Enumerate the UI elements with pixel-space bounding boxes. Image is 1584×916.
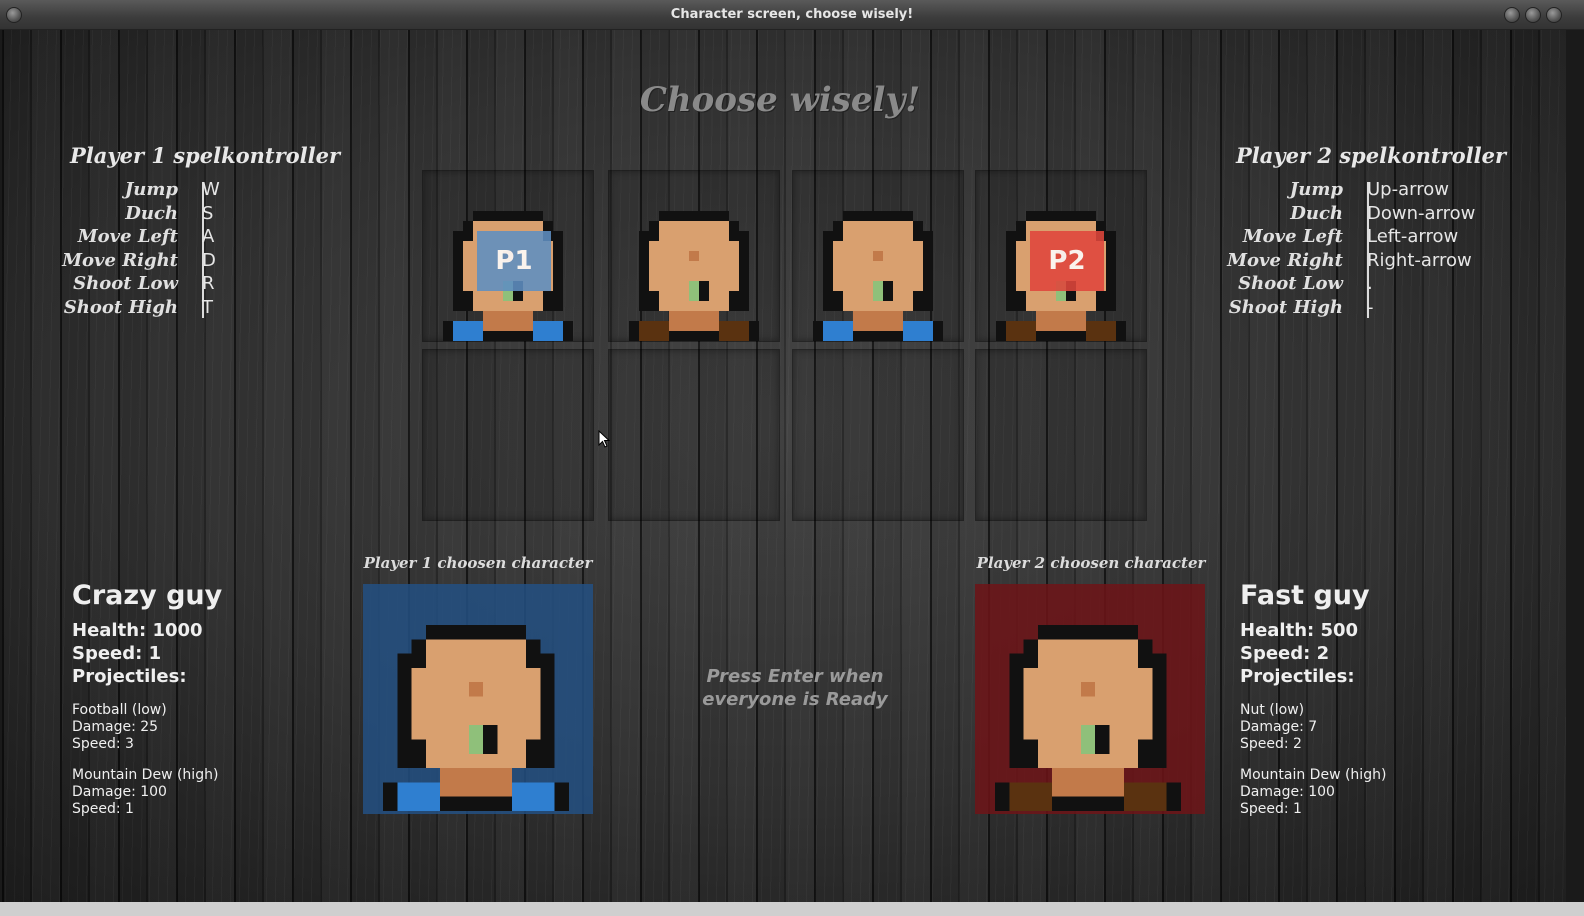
- projectile-high: Mountain Dew (high) Damage: 100 Speed: 1: [1240, 767, 1386, 818]
- character-sprite: [629, 211, 759, 341]
- projectile-name: Nut (low): [1240, 702, 1305, 718]
- page-title: Choose wisely!: [639, 80, 921, 120]
- projectile-high: Mountain Dew (high) Damage: 100 Speed: 1: [72, 767, 222, 818]
- projectile-damage: Damage: 100: [72, 784, 167, 800]
- control-row: Move Left A: [60, 225, 220, 249]
- control-row: Duch S: [60, 202, 220, 226]
- projectile-damage: Damage: 100: [1240, 784, 1335, 800]
- player2-controls-title: Player 2 spelkontroller: [1236, 143, 1507, 168]
- projectile-name: Mountain Dew (high): [1240, 767, 1387, 783]
- control-key: Up-arrow: [1367, 179, 1449, 201]
- projectile-name: Football (low): [72, 702, 167, 718]
- control-action: Shoot High: [1228, 296, 1343, 318]
- minimize-icon[interactable]: [1504, 7, 1520, 23]
- control-key: D: [202, 249, 216, 271]
- character-name: Crazy guy: [72, 580, 223, 611]
- control-action: Move Right: [1227, 249, 1343, 271]
- projectile-damage: Damage: 25: [72, 719, 159, 735]
- player1-chosen-label: Player 1 choosen character: [363, 554, 593, 572]
- player2-controls-table: Jump Up-arrow Duch Down-arrow Move Left Lef…: [1225, 178, 1475, 319]
- character-tile-2[interactable]: [608, 170, 780, 342]
- projectile-damage: Damage: 7: [1240, 719, 1318, 735]
- window-bottom-border: [0, 902, 1584, 916]
- character-tile-4[interactable]: P2: [975, 170, 1147, 342]
- control-key: A: [202, 226, 215, 248]
- control-row: Shoot High T: [60, 296, 220, 320]
- control-action: Shoot Low: [1238, 273, 1343, 295]
- control-key: -: [1367, 296, 1374, 318]
- control-action: Jump: [124, 179, 178, 201]
- control-row: Move Right D: [60, 249, 220, 273]
- control-action: Duch: [1290, 202, 1343, 224]
- control-action: Shoot High: [63, 296, 178, 318]
- character-speed: Speed: 2: [1240, 643, 1330, 664]
- projectile-name: Mountain Dew (high): [72, 767, 219, 783]
- character-tile-1[interactable]: P1: [422, 170, 594, 342]
- character-health: Health: 500: [1240, 620, 1359, 641]
- control-key: T: [202, 296, 213, 318]
- character-tile-empty[interactable]: [608, 349, 780, 521]
- control-key: S: [202, 202, 214, 224]
- control-row: Move Right Right-arrow: [1225, 249, 1475, 273]
- control-row: Shoot High -: [1225, 296, 1475, 320]
- character-sprite: [383, 625, 569, 811]
- character-name: Fast guy: [1240, 580, 1370, 611]
- control-key: Left-arrow: [1367, 226, 1459, 248]
- player1-selection-badge: P1: [477, 231, 551, 291]
- player1-stats: Crazy guy Health: 1000 Speed: 1 Projecti…: [72, 580, 222, 818]
- control-action: Move Right: [62, 249, 178, 271]
- character-tile-empty[interactable]: [792, 349, 964, 521]
- character-health: Health: 1000: [72, 620, 203, 641]
- control-action: Move Left: [1242, 226, 1343, 248]
- mouse-cursor-icon: [598, 430, 611, 448]
- player2-selection-badge: P2: [1030, 231, 1104, 291]
- character-tile-empty[interactable]: [975, 349, 1147, 521]
- projectile-speed: Speed: 3: [72, 736, 134, 752]
- control-row: Shoot Low R: [60, 272, 220, 296]
- projectile-speed: Speed: 2: [1240, 736, 1302, 752]
- player2-chosen-label: Player 2 choosen character: [976, 554, 1206, 572]
- control-row: Jump Up-arrow: [1225, 178, 1475, 202]
- player1-controls-table: Jump W Duch S Move Left A Move Right D Shoot…: [60, 178, 220, 319]
- player1-controls-title: Player 1 spelkontroller: [70, 143, 341, 168]
- control-key: Right-arrow: [1367, 249, 1472, 271]
- control-row: Move Left Left-arrow: [1225, 225, 1475, 249]
- character-tile-3[interactable]: [792, 170, 964, 342]
- window-titlebar: Character screen, choose wisely!: [0, 0, 1584, 30]
- control-key: Down-arrow: [1367, 202, 1476, 224]
- control-row: Jump W: [60, 178, 220, 202]
- character-sprite: [813, 211, 943, 341]
- player1-chosen-portrait: [363, 584, 593, 814]
- projectile-speed: Speed: 1: [72, 801, 134, 817]
- control-action: Shoot Low: [73, 273, 178, 295]
- control-key: .: [1367, 273, 1373, 295]
- window-title: Character screen, choose wisely!: [670, 7, 914, 22]
- control-action: Jump: [1289, 179, 1343, 201]
- press-enter-prompt: Press Enter when everyone is Ready: [702, 666, 888, 710]
- player2-stats: Fast guy Health: 500 Speed: 2 Projectile…: [1240, 580, 1386, 818]
- projectiles-heading: Projectiles:: [1240, 666, 1355, 687]
- control-row: Duch Down-arrow: [1225, 202, 1475, 226]
- control-action: Duch: [125, 202, 178, 224]
- projectiles-heading: Projectiles:: [72, 666, 187, 687]
- control-row: Shoot Low.: [1225, 272, 1475, 296]
- character-sprite: [995, 625, 1181, 811]
- control-key: W: [202, 179, 220, 201]
- control-key: R: [202, 273, 215, 295]
- control-action: Move Left: [77, 226, 178, 248]
- maximize-icon[interactable]: [1525, 7, 1541, 23]
- player2-chosen-portrait: [975, 584, 1205, 814]
- projectile-speed: Speed: 1: [1240, 801, 1302, 817]
- projectile-low: Football (low) Damage: 25 Speed: 3: [72, 702, 222, 753]
- character-speed: Speed: 1: [72, 643, 162, 664]
- close-icon[interactable]: [1546, 7, 1562, 23]
- projectile-low: Nut (low) Damage: 7 Speed: 2: [1240, 702, 1386, 753]
- character-tile-empty[interactable]: [422, 349, 594, 521]
